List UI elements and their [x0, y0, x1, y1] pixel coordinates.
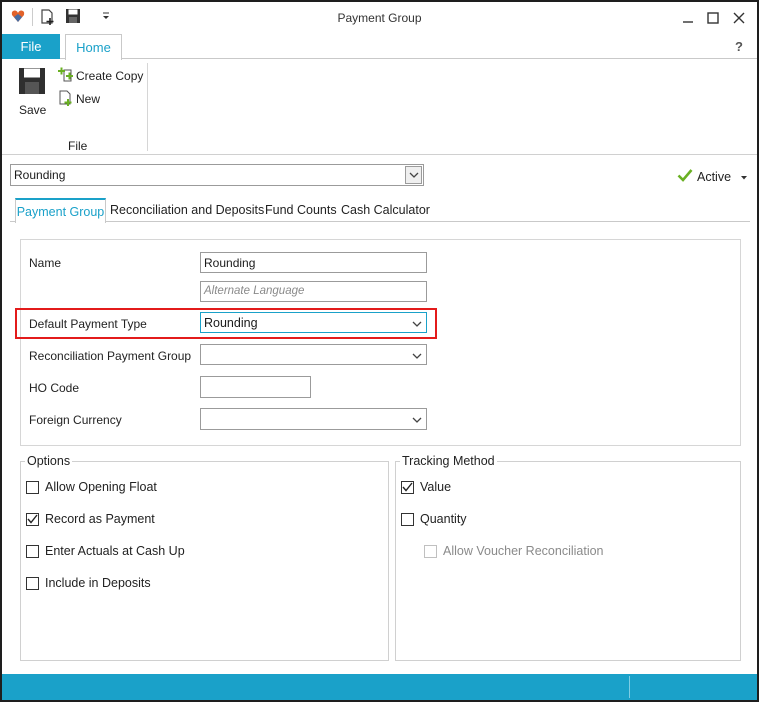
help-button[interactable]: ? [735, 39, 743, 54]
enter-actuals-at-cash-up-label: Enter Actuals at Cash Up [45, 544, 185, 558]
ribbon-group-divider [147, 63, 148, 151]
home-tab[interactable]: Home [65, 34, 122, 60]
allow-opening-float-checkbox[interactable]: Allow Opening Float [26, 480, 157, 494]
foreign-currency-label: Foreign Currency [29, 413, 122, 427]
maximize-button[interactable] [699, 6, 727, 30]
save-large-icon [18, 67, 46, 98]
enter-actuals-at-cash-up-checkbox[interactable]: Enter Actuals at Cash Up [26, 544, 185, 558]
tab-strip: Payment Group Reconciliation and Deposit… [10, 198, 750, 223]
check-icon [27, 514, 38, 524]
check-icon [402, 482, 413, 492]
tracking-method-group-title: Tracking Method [400, 454, 497, 468]
quantity-checkbox[interactable]: Quantity [401, 512, 467, 526]
default-payment-type-value: Rounding [204, 316, 258, 330]
chevron-down-icon [412, 349, 422, 363]
checkbox-box[interactable] [401, 512, 414, 526]
include-in-deposits-label: Include in Deposits [45, 576, 151, 590]
checkbox-box[interactable] [26, 544, 39, 558]
name-label: Name [29, 256, 62, 270]
tab-payment-group[interactable]: Payment Group [15, 198, 106, 223]
reconciliation-payment-group-select[interactable] [200, 344, 427, 365]
alternate-language-placeholder: Alternate Language [204, 285, 305, 297]
reconciliation-payment-group-label: Reconciliation Payment Group [29, 349, 192, 363]
record-as-payment-label: Record as Payment [45, 512, 155, 526]
checkmark-icon [677, 168, 693, 185]
chevron-down-icon [412, 413, 422, 427]
create-copy-button[interactable]: Create Copy [56, 66, 144, 84]
new-document-icon [58, 89, 76, 110]
include-in-deposits-checkbox[interactable]: Include in Deposits [26, 576, 151, 590]
record-selector-dropdown[interactable]: Rounding [10, 164, 424, 186]
record-as-payment-checkbox[interactable]: Record as Payment [26, 512, 155, 526]
tab-reconciliation-and-deposits[interactable]: Reconciliation and Deposits [110, 198, 264, 222]
value-checkbox[interactable]: Value [401, 480, 451, 494]
file-tab[interactable]: File [2, 34, 60, 59]
tab-cash-calculator[interactable]: Cash Calculator [341, 198, 430, 222]
record-selector-value: Rounding [14, 168, 66, 182]
ho-code-label: HO Code [29, 381, 80, 395]
checkbox-box[interactable] [424, 544, 437, 558]
caret-down-icon [740, 170, 748, 184]
payment-group-window: Payment Group File Home ? Save Create Co… [0, 0, 759, 702]
ribbon-group-label: File [68, 139, 88, 153]
ho-code-input[interactable] [200, 376, 311, 398]
new-button[interactable]: New [56, 89, 116, 107]
checkbox-box[interactable] [26, 512, 39, 526]
foreign-currency-select[interactable] [200, 408, 427, 430]
create-copy-icon [57, 66, 75, 86]
checkbox-box[interactable] [401, 480, 414, 494]
checkbox-box[interactable] [26, 480, 39, 494]
quantity-label: Quantity [420, 512, 467, 526]
status-bar-divider [629, 676, 630, 698]
default-payment-type-select[interactable]: Rounding [200, 312, 427, 333]
chevron-down-icon[interactable] [405, 166, 422, 184]
create-copy-label: Create Copy [76, 69, 144, 83]
value-label: Value [420, 480, 452, 494]
close-button[interactable] [725, 6, 753, 30]
name-value: Rounding [204, 256, 256, 270]
allow-opening-float-label: Allow Opening Float [45, 480, 157, 494]
default-payment-type-label: Default Payment Type [29, 317, 147, 331]
save-label: Save [19, 103, 47, 117]
name-input[interactable]: Rounding [200, 252, 427, 273]
checkbox-box[interactable] [26, 576, 39, 590]
alternate-language-input[interactable]: Alternate Language [200, 281, 427, 302]
minimize-button[interactable] [674, 6, 702, 30]
chevron-down-icon [412, 317, 422, 331]
tab-fund-counts[interactable]: Fund Counts [265, 198, 337, 222]
status-bar [2, 674, 757, 700]
window-title: Payment Group [337, 11, 422, 25]
active-status-label: Active [697, 169, 732, 184]
title-bar: Payment Group [2, 2, 757, 34]
allow-voucher-reconciliation-checkbox[interactable]: Allow Voucher Reconciliation [424, 544, 604, 558]
active-status-dropdown[interactable]: Active [677, 168, 748, 185]
allow-voucher-reconciliation-label: Allow Voucher Reconciliation [443, 544, 604, 558]
ribbon-tab-strip: File Home ? [2, 34, 757, 60]
options-group-title: Options [25, 454, 73, 468]
new-label: New [76, 92, 101, 106]
save-button[interactable]: Save [14, 65, 50, 121]
ribbon: Save Create Copy New File [2, 59, 757, 155]
